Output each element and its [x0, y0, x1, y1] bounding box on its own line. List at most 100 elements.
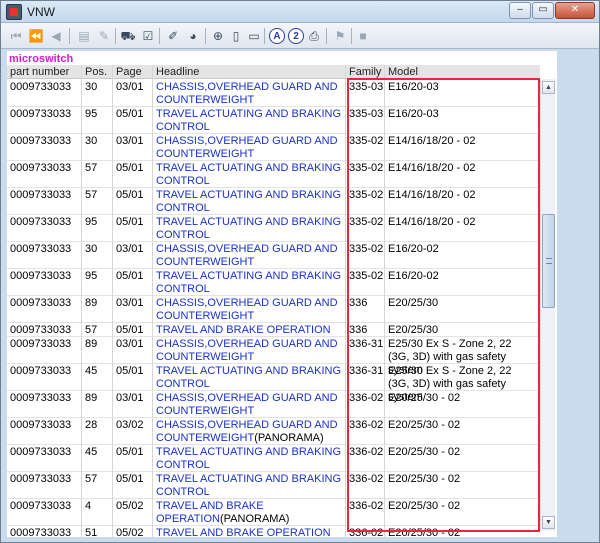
row-headline[interactable]: TRAVEL AND BRAKE OPERATION(PANORAMA) — [156, 500, 344, 526]
scroll-up-icon[interactable]: ▲ — [542, 81, 555, 94]
row-headline[interactable]: CHASSIS,OVERHEAD GUARD AND COUNTERWEIGHT — [156, 392, 344, 418]
row-headline[interactable]: CHASSIS,OVERHEAD GUARD AND COUNTERWEIGHT… — [156, 419, 344, 445]
headline-link[interactable]: TRAVEL ACTUATING AND BRAKING CONTROL — [156, 365, 341, 390]
headline-link[interactable]: TRAVEL ACTUATING AND BRAKING CONTROL — [156, 189, 341, 214]
headline-link[interactable]: TRAVEL ACTUATING AND BRAKING CONTROL — [156, 446, 341, 471]
row-headline[interactable]: TRAVEL ACTUATING AND BRAKING CONTROL — [156, 270, 344, 296]
row-part-number: 0009733033 — [10, 216, 72, 228]
checklist-icon[interactable]: ☑ — [139, 27, 157, 45]
table-row[interactable]: 0009733033 95 05/01 TRAVEL ACTUATING AND BR… — [7, 215, 540, 242]
headline-link[interactable]: CHASSIS,OVERHEAD GUARD AND COUNTERWEIGHT — [156, 243, 338, 268]
cart-icon[interactable]: ⛟ — [119, 27, 137, 45]
table-row[interactable]: 0009733033 57 05/01 TRAVEL ACTUATING AND BR… — [7, 188, 540, 215]
row-headline[interactable]: TRAVEL ACTUATING AND BRAKING CONTROL — [156, 189, 344, 215]
page-icon[interactable]: ▯ — [227, 27, 245, 45]
row-headline[interactable]: CHASSIS,OVERHEAD GUARD AND COUNTERWEIGHT — [156, 338, 344, 364]
bookmark-icon[interactable]: ⚑ — [331, 27, 349, 45]
table-row[interactable]: 0009733033 57 05/01 TRAVEL ACTUATING AND BR… — [7, 472, 540, 499]
row-headline[interactable]: CHASSIS,OVERHEAD GUARD AND COUNTERWEIGHT — [156, 135, 344, 161]
print-icon[interactable]: ⎙ — [305, 27, 323, 45]
first-page-icon[interactable]: ⏮ — [7, 27, 25, 45]
title-bar[interactable]: VNW – ▭ ✕ — [1, 1, 599, 23]
col-part-number[interactable]: part number — [10, 66, 69, 78]
row-family: 335-02 — [349, 189, 384, 201]
row-model: E20/25/30 - 02 — [388, 392, 461, 404]
edit-icon[interactable]: ✎ — [95, 27, 113, 45]
row-headline[interactable]: CHASSIS,OVERHEAD GUARD AND COUNTERWEIGHT — [156, 243, 344, 269]
table-row[interactable]: 0009733033 89 03/01 CHASSIS,OVERHEAD GUARD … — [7, 337, 540, 376]
row-headline[interactable]: TRAVEL ACTUATING AND BRAKING CONTROL — [156, 365, 344, 391]
table-row[interactable]: 0009733033 95 05/01 TRAVEL ACTUATING AND BR… — [7, 107, 540, 134]
col-family[interactable]: Family — [349, 66, 381, 78]
col-pos[interactable]: Pos. — [85, 66, 107, 78]
headline-link[interactable]: TRAVEL AND BRAKE OPERATION — [156, 527, 331, 537]
row-headline[interactable]: TRAVEL ACTUATING AND BRAKING CONTROL — [156, 446, 344, 472]
headline-link[interactable]: TRAVEL ACTUATING AND BRAKING CONTROL — [156, 270, 341, 295]
table-row[interactable]: 0009733033 4 05/02 TRAVEL AND BRAKE OPERATI… — [7, 499, 540, 526]
row-headline[interactable]: TRAVEL ACTUATING AND BRAKING CONTROL — [156, 108, 344, 134]
row-headline[interactable]: TRAVEL ACTUATING AND BRAKING CONTROL — [156, 216, 344, 242]
prev-icon[interactable]: ◀ — [47, 27, 65, 45]
headline-link[interactable]: TRAVEL ACTUATING AND BRAKING CONTROL — [156, 162, 341, 187]
col-headline[interactable]: Headline — [156, 66, 199, 78]
table-row[interactable]: 0009733033 28 03/02 CHASSIS,OVERHEAD GUARD … — [7, 418, 540, 445]
two-circle-icon[interactable]: 2 — [288, 28, 304, 44]
table-row[interactable]: 0009733033 30 03/01 CHASSIS,OVERHEAD GUARD … — [7, 242, 540, 269]
table-row[interactable]: 0009733033 51 05/02 TRAVEL AND BRAKE OPERAT… — [7, 526, 540, 537]
table-row[interactable]: 0009733033 45 05/01 TRAVEL ACTUATING AND BR… — [7, 445, 540, 472]
pages-icon[interactable]: ▭ — [245, 27, 263, 45]
row-pos: 57 — [85, 189, 98, 201]
row-headline[interactable]: TRAVEL ACTUATING AND BRAKING CONTROL — [156, 473, 344, 499]
headline-link[interactable]: TRAVEL ACTUATING AND BRAKING CONTROL — [156, 473, 341, 498]
table-row[interactable]: 0009733033 57 05/01 TRAVEL AND BRAKE OPERAT… — [7, 323, 540, 337]
table-row[interactable]: 0009733033 57 05/01 TRAVEL ACTUATING AND BR… — [7, 161, 540, 188]
headline-link[interactable]: CHASSIS,OVERHEAD GUARD AND COUNTERWEIGHT — [156, 297, 338, 322]
headline-suffix: (PANORAMA) — [219, 513, 290, 525]
zoom-icon[interactable]: ⊕ — [209, 27, 227, 45]
headline-link[interactable]: TRAVEL ACTUATING AND BRAKING CONTROL — [156, 108, 341, 133]
headline-link[interactable]: CHASSIS,OVERHEAD GUARD AND COUNTERWEIGHT — [156, 338, 338, 363]
table-row[interactable]: 0009733033 30 03/01 CHASSIS,OVERHEAD GUARD … — [7, 80, 540, 107]
headline-link[interactable]: CHASSIS,OVERHEAD GUARD AND COUNTERWEIGHT — [156, 392, 338, 417]
col-model[interactable]: Model — [388, 66, 418, 78]
row-headline[interactable]: TRAVEL ACTUATING AND BRAKING CONTROL — [156, 162, 344, 188]
table-row[interactable]: 0009733033 45 05/01 TRAVEL ACTUATING AND BR… — [7, 364, 540, 403]
book-icon[interactable]: ▤ — [75, 27, 93, 45]
maximize-button[interactable]: ▭ — [532, 2, 554, 19]
table-row[interactable]: 0009733033 95 05/01 TRAVEL ACTUATING AND BR… — [7, 269, 540, 296]
row-pos: 57 — [85, 324, 98, 336]
row-headline[interactable]: TRAVEL AND BRAKE OPERATION — [156, 324, 344, 337]
headline-link[interactable]: TRAVEL ACTUATING AND BRAKING CONTROL — [156, 216, 341, 241]
scroll-down-icon[interactable]: ▼ — [542, 516, 555, 529]
scroll-thumb[interactable] — [542, 214, 555, 308]
row-page: 03/01 — [116, 338, 144, 350]
row-page: 03/01 — [116, 392, 144, 404]
row-part-number: 0009733033 — [10, 135, 72, 147]
a-circle-icon[interactable]: A — [269, 28, 285, 44]
headline-link[interactable]: CHASSIS,OVERHEAD GUARD AND COUNTERWEIGHT — [156, 135, 338, 160]
vertical-scrollbar[interactable]: ▲ ▼ — [540, 79, 555, 531]
table-row[interactable]: 0009733033 30 03/01 CHASSIS,OVERHEAD GUARD … — [7, 134, 540, 161]
eraser-icon[interactable]: ✐ — [164, 27, 182, 45]
headline-link[interactable]: TRAVEL AND BRAKE OPERATION — [156, 324, 331, 336]
prev-fast-icon[interactable]: ⏪ — [27, 27, 45, 45]
table-row[interactable]: 0009733033 89 03/01 CHASSIS,OVERHEAD GUARD … — [7, 296, 540, 323]
row-headline[interactable]: TRAVEL AND BRAKE OPERATION — [156, 527, 344, 537]
col-page[interactable]: Page — [116, 66, 142, 78]
row-model: E14/16/18/20 - 02 — [388, 216, 476, 228]
row-model: E20/25/30 - 02 — [388, 527, 461, 537]
row-headline[interactable]: CHASSIS,OVERHEAD GUARD AND COUNTERWEIGHT — [156, 297, 344, 323]
minimize-button[interactable]: – — [509, 2, 531, 19]
window-title: VNW — [27, 5, 55, 19]
row-page: 03/02 — [116, 419, 144, 431]
row-pos: 30 — [85, 135, 98, 147]
app-icon — [6, 4, 22, 20]
row-family: 335-02 — [349, 243, 384, 255]
chart-icon[interactable]: ◕ — [184, 27, 202, 45]
table-row[interactable]: 0009733033 89 03/01 CHASSIS,OVERHEAD GUARD … — [7, 391, 540, 418]
row-headline[interactable]: CHASSIS,OVERHEAD GUARD AND COUNTERWEIGHT — [156, 81, 344, 107]
row-model: E14/16/18/20 - 02 — [388, 162, 476, 174]
stop-icon[interactable]: ■ — [354, 27, 372, 45]
close-button[interactable]: ✕ — [555, 2, 595, 19]
headline-link[interactable]: CHASSIS,OVERHEAD GUARD AND COUNTERWEIGHT — [156, 81, 338, 106]
